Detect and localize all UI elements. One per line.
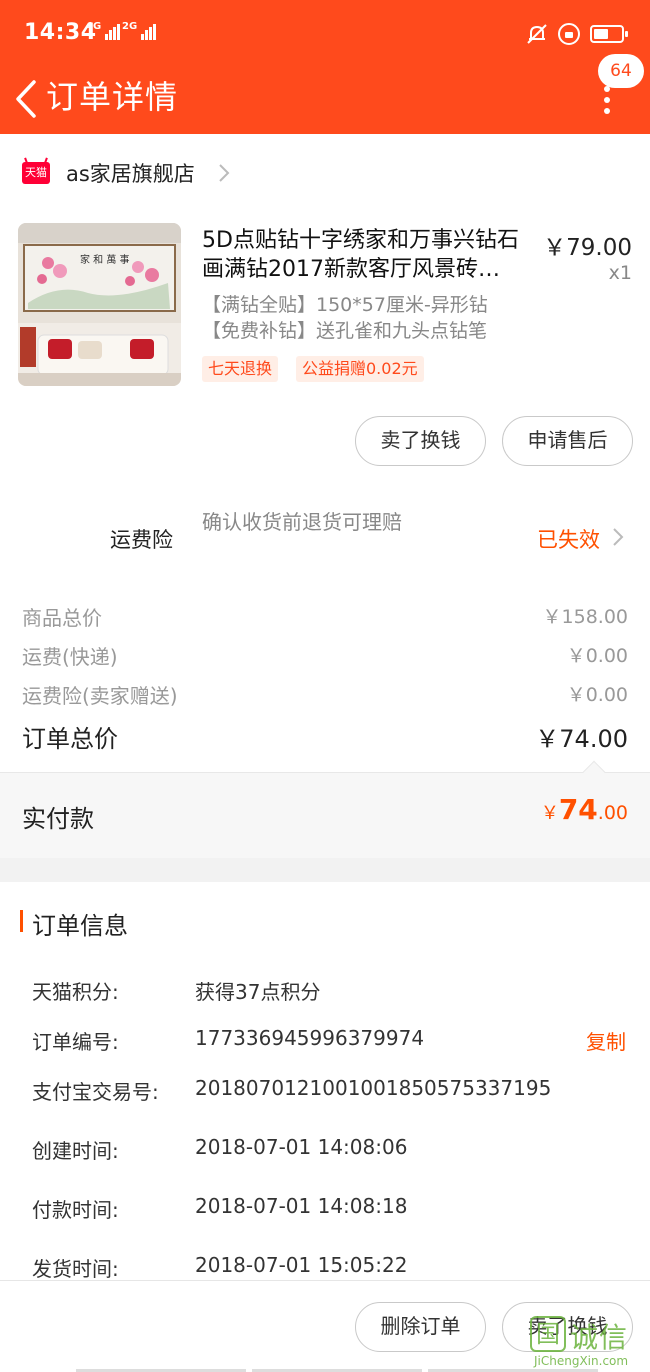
signal-2g-icon: 2G bbox=[122, 21, 157, 40]
price-row-total: 订单总价 ￥74.00 bbox=[0, 716, 650, 753]
battery-icon bbox=[590, 25, 628, 43]
price-row-goods: 商品总价 ￥158.00 bbox=[0, 597, 650, 633]
order-card: 天猫 as家居旗舰店 家 和 萬 事 5D点贴钻十字绣家和万事兴钻石画满钻201… bbox=[0, 134, 650, 858]
product-title[interactable]: 5D点贴钻十字绣家和万事兴钻石画满钻2017新款客厅风景砖… bbox=[202, 226, 537, 284]
back-arrow-icon[interactable] bbox=[12, 74, 42, 124]
paid-amount-block: 实付款 ￥74.00 bbox=[0, 760, 650, 858]
price-row-shipping: 运费(快递) ￥0.00 bbox=[0, 636, 650, 672]
app-header: 14:34 4G 2G 订单详情 64 bbox=[0, 0, 650, 134]
info-key: 发货时间: bbox=[32, 1257, 119, 1281]
price-label: 运费险(卖家赠送) bbox=[22, 684, 178, 708]
message-count-badge[interactable]: 64 bbox=[598, 54, 644, 88]
info-key: 支付宝交易号: bbox=[32, 1080, 159, 1104]
price-label: 运费(快递) bbox=[22, 645, 118, 669]
chevron-right-icon bbox=[216, 160, 232, 186]
insurance-desc: 确认收货前退货可理赔 bbox=[202, 510, 402, 534]
sku-line: 【免费补钻】送孔雀和九头点钻笔 bbox=[202, 320, 488, 342]
nav-bar: 订单详情 64 bbox=[0, 54, 650, 134]
tag-seven-day-return: 七天退换 bbox=[202, 356, 279, 382]
status-bar: 14:34 4G 2G bbox=[0, 0, 650, 66]
insurance-status: 已失效 bbox=[537, 528, 600, 552]
copy-button[interactable]: 复制 bbox=[586, 1026, 626, 1055]
product-price: ￥79.00 bbox=[543, 235, 632, 261]
paid-value: ￥74.00 bbox=[540, 793, 628, 826]
info-key: 订单编号: bbox=[32, 1030, 119, 1054]
paid-label: 实付款 bbox=[22, 805, 94, 833]
more-menu-icon[interactable] bbox=[600, 86, 614, 126]
freight-insurance-row[interactable]: 运费险 确认收货前退货可理赔 已失效 bbox=[0, 494, 650, 574]
signal-4g-icon: 4G bbox=[86, 21, 121, 40]
price-value: ￥0.00 bbox=[566, 645, 628, 667]
chevron-right-icon bbox=[610, 524, 626, 550]
info-value: 2018-07-01 15:05:22 bbox=[195, 1253, 408, 1277]
shop-row[interactable]: 天猫 as家居旗舰店 bbox=[0, 134, 650, 212]
svg-text:家 和 萬 事: 家 和 萬 事 bbox=[80, 253, 130, 266]
insurance-label: 运费险 bbox=[110, 528, 173, 552]
sku-line: 【满钻全贴】150*57厘米-异形钻 bbox=[202, 294, 488, 316]
total-label: 订单总价 bbox=[22, 725, 118, 753]
after-sale-button[interactable]: 申请售后 bbox=[502, 416, 633, 466]
price-value: ￥158.00 bbox=[542, 606, 628, 628]
shop-name[interactable]: as家居旗舰店 bbox=[66, 158, 195, 188]
info-value: 2018-07-01 14:08:18 bbox=[195, 1194, 408, 1218]
bell-muted-icon bbox=[526, 23, 548, 45]
info-row-paid: 付款时间: 2018-07-01 14:08:18 bbox=[0, 1186, 650, 1226]
info-row-order-number: 订单编号: 177336945996379974 复制 bbox=[0, 1018, 650, 1058]
info-value: 177336945996379974 bbox=[195, 1026, 425, 1050]
info-value: 获得37点积分 bbox=[195, 980, 321, 1004]
price-row-insurance: 运费险(卖家赠送) ￥0.00 bbox=[0, 675, 650, 711]
order-info-title: 订单信息 bbox=[32, 912, 128, 940]
product-thumbnail[interactable]: 家 和 萬 事 bbox=[18, 223, 181, 386]
info-key: 付款时间: bbox=[32, 1198, 119, 1222]
page-title: 订单详情 bbox=[46, 78, 179, 116]
order-info-card: 订单信息 天猫积分: 获得37点积分 订单编号: 177336945996379… bbox=[0, 882, 650, 1282]
delete-order-button[interactable]: 删除订单 bbox=[355, 1302, 486, 1352]
product-sku: 【满钻全贴】150*57厘米-异形钻 【免费补钻】送孔雀和九头点钻笔 bbox=[202, 292, 542, 344]
rotation-lock-icon bbox=[558, 23, 580, 45]
watermark-logo: 国 诚信 JiChengXin.com bbox=[530, 1312, 650, 1372]
info-row-created: 创建时间: 2018-07-01 14:08:06 bbox=[0, 1127, 650, 1167]
info-value: 2018-07-01 14:08:06 bbox=[195, 1135, 408, 1159]
info-value: 2018070121001001850575337195 bbox=[195, 1076, 552, 1100]
info-key: 天猫积分: bbox=[32, 980, 119, 1004]
price-label: 商品总价 bbox=[22, 606, 102, 630]
tmall-logo-icon: 天猫 bbox=[22, 162, 50, 184]
info-row-shipped: 发货时间: 2018-07-01 15:05:22 bbox=[0, 1245, 650, 1285]
info-row-alipay: 支付宝交易号: 2018070121001001850575337195 bbox=[0, 1068, 650, 1108]
price-value: ￥0.00 bbox=[566, 684, 628, 706]
sell-button[interactable]: 卖了换钱 bbox=[355, 416, 486, 466]
total-value: ￥74.00 bbox=[535, 725, 628, 753]
info-key: 创建时间: bbox=[32, 1139, 119, 1163]
tag-charity: 公益捐赠0.02元 bbox=[296, 356, 424, 382]
info-row-points: 天猫积分: 获得37点积分 bbox=[0, 968, 650, 1008]
product-quantity: x1 bbox=[608, 262, 632, 284]
